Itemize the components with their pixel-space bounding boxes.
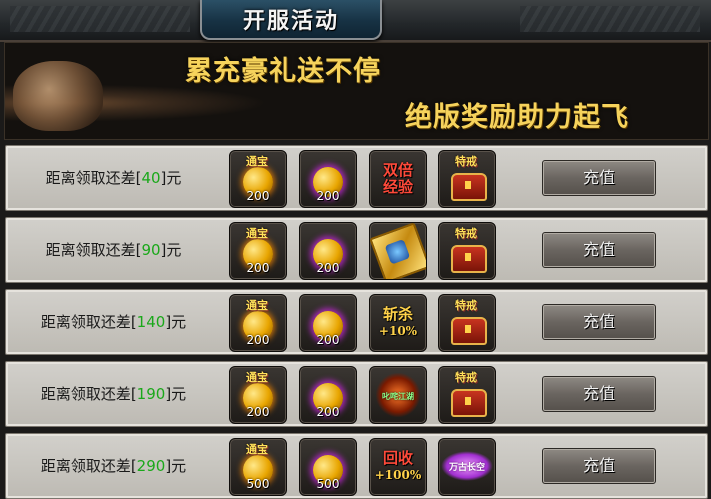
reward-row: 距离领取还差[190]元 通宝 200 200 叱咤江湖 特戒 充值	[5, 361, 708, 427]
requirement-prefix: 距离领取还差[	[40, 385, 137, 403]
reward-item[interactable]: 叱咤江湖	[369, 366, 427, 424]
requirement-suffix: ]元	[165, 457, 187, 475]
item-quantity: 200	[316, 261, 340, 275]
reward-item[interactable]: 通宝 200	[229, 366, 287, 424]
reward-item[interactable]: 200	[299, 294, 357, 352]
item-tag: 通宝	[246, 443, 268, 456]
item-tag: 特戒	[455, 371, 477, 384]
reward-item[interactable]: 通宝 200	[229, 222, 287, 280]
page-title: 开服活动	[242, 8, 339, 34]
reward-item[interactable]: 特戒	[438, 150, 496, 208]
reward-item[interactable]: 500	[299, 438, 357, 496]
item-quantity: 200	[246, 261, 270, 275]
requirement-suffix: ]元	[165, 385, 187, 403]
requirement-suffix: ]元	[160, 169, 182, 187]
reward-item[interactable]: 万古长空	[438, 438, 496, 496]
title-badge-icon: 叱咤江湖	[376, 373, 420, 417]
reward-item[interactable]	[369, 222, 427, 280]
requirement-label: 距离领取还差[290]元	[6, 434, 221, 498]
item-tag: 特戒	[455, 299, 477, 312]
item-tag: 特戒	[455, 227, 477, 240]
item-text-line2: +100%	[374, 468, 422, 482]
requirement-prefix: 距离领取还差[	[45, 169, 142, 187]
ring-chest-icon	[451, 245, 487, 273]
recharge-button[interactable]: 充值	[542, 232, 656, 268]
reward-row: 距离领取还差[90]元 通宝 200 200 特戒 充值	[5, 217, 708, 283]
reward-row: 距离领取还差[290]元 通宝 500 500 回收 +100% 万古长空 充值	[5, 433, 708, 499]
recharge-button[interactable]: 充值	[542, 160, 656, 196]
requirement-suffix: ]元	[160, 241, 182, 259]
item-text-line2: +10%	[378, 324, 418, 338]
reward-item[interactable]: 特戒	[438, 294, 496, 352]
banner-line-1: 累充豪礼送不停	[185, 56, 381, 87]
recharge-button[interactable]: 充值	[542, 304, 656, 340]
title-badge-label: 叱咤江湖	[382, 392, 414, 401]
item-tag: 通宝	[246, 299, 268, 312]
title-plate: 开服活动	[200, 0, 382, 40]
item-quantity: 500	[316, 477, 340, 491]
reward-item[interactable]: 通宝 200	[229, 294, 287, 352]
item-quantity: 200	[316, 189, 340, 203]
reward-item[interactable]: 通宝 200	[229, 150, 287, 208]
treasure-pot-image	[13, 61, 103, 131]
item-quantity: 500	[246, 477, 270, 491]
item-quantity: 200	[316, 405, 340, 419]
banner-line-2: 绝版奖励助力起飞	[405, 102, 629, 133]
requirement-prefix: 距离领取还差[	[45, 241, 142, 259]
top-bar: 开服活动	[0, 0, 711, 42]
recharge-button[interactable]: 充值	[542, 376, 656, 412]
requirement-label: 距离领取还差[190]元	[6, 362, 221, 426]
item-tag: 通宝	[246, 371, 268, 384]
double-exp-icon[interactable]: 双倍 经验	[369, 150, 427, 208]
item-tag: 通宝	[246, 227, 268, 240]
requirement-label: 距离领取还差[90]元	[6, 218, 221, 282]
item-tag: 通宝	[246, 155, 268, 168]
remaining-amount: 90	[141, 241, 161, 259]
reward-item[interactable]: 特戒	[438, 366, 496, 424]
requirement-suffix: ]元	[165, 313, 187, 331]
requirement-prefix: 距离领取还差[	[40, 457, 137, 475]
item-tag: 特戒	[455, 155, 477, 168]
item-quantity: 200	[316, 333, 340, 347]
requirement-label: 距离领取还差[40]元	[6, 146, 221, 210]
remaining-amount: 40	[141, 169, 161, 187]
reward-item[interactable]: 200	[299, 150, 357, 208]
dragon-ornament-left	[10, 6, 190, 32]
wings-title-label: 万古长空	[448, 463, 485, 473]
recharge-button[interactable]: 充值	[542, 448, 656, 484]
dragon-ornament-right	[520, 6, 700, 32]
item-text-line1: 回收	[382, 449, 413, 467]
reward-row: 距离领取还差[140]元 通宝 200 200 斩杀 +10% 特戒 充值	[5, 289, 708, 355]
reward-item[interactable]: 特戒	[438, 222, 496, 280]
ring-chest-icon	[451, 317, 487, 345]
wings-title-icon: 万古长空	[441, 451, 493, 481]
item-text-line1: 双倍	[382, 161, 413, 179]
reward-row: 距离领取还差[40]元 通宝 200 200 双倍 经验 特戒 充值	[5, 145, 708, 211]
reward-item[interactable]: 200	[299, 222, 357, 280]
item-quantity: 200	[246, 405, 270, 419]
requirement-label: 距离领取还差[140]元	[6, 290, 221, 354]
promo-banner: 累充豪礼送不停 绝版奖励助力起飞	[4, 42, 709, 140]
item-text-line2: 经验	[382, 178, 413, 196]
requirement-prefix: 距离领取还差[	[40, 313, 137, 331]
kill-bonus-icon[interactable]: 斩杀 +10%	[369, 294, 427, 352]
skill-book-icon	[370, 223, 426, 279]
ring-chest-icon	[451, 389, 487, 417]
reward-item[interactable]: 通宝 500	[229, 438, 287, 496]
item-quantity: 200	[246, 189, 270, 203]
recycle-bonus-icon[interactable]: 回收 +100%	[369, 438, 427, 496]
item-text-line1: 斩杀	[382, 305, 413, 323]
remaining-amount: 290	[136, 457, 166, 475]
ring-chest-icon	[451, 173, 487, 201]
remaining-amount: 190	[136, 385, 166, 403]
remaining-amount: 140	[136, 313, 166, 331]
reward-item[interactable]: 200	[299, 366, 357, 424]
item-quantity: 200	[246, 333, 270, 347]
